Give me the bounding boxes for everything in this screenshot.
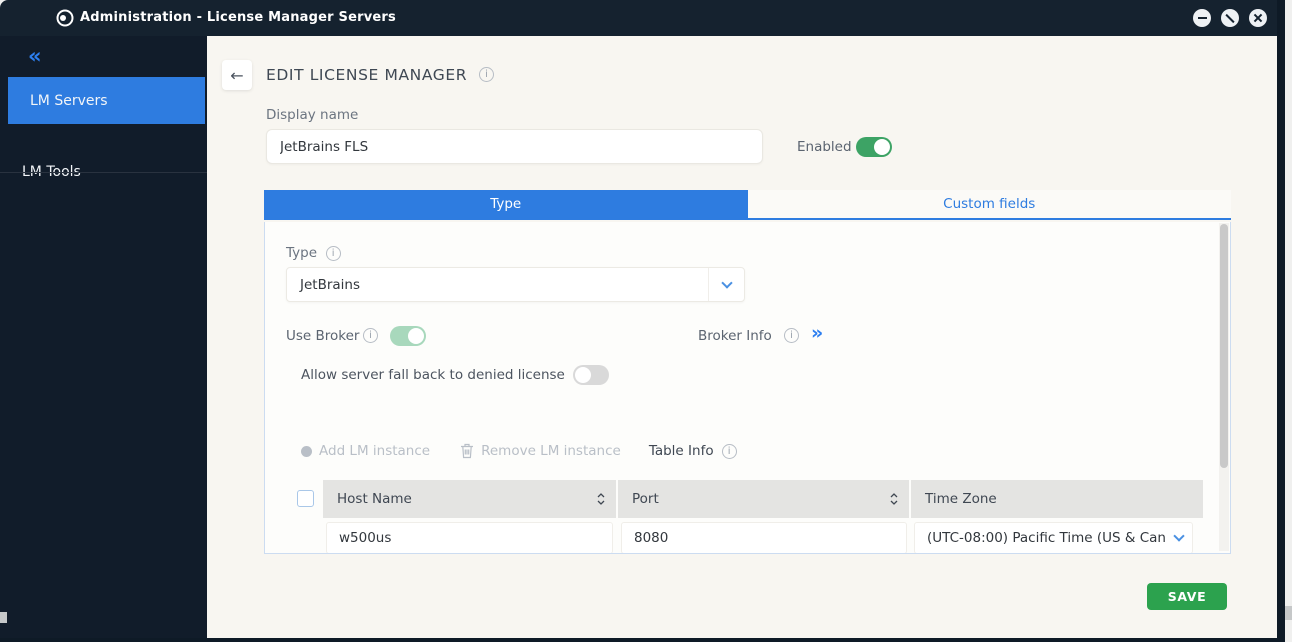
time-zone-value: (UTC-08:00) Pacific Time (US & Cana bbox=[915, 530, 1166, 546]
column-header-port[interactable]: Port bbox=[618, 480, 911, 518]
application-window: Administration - License Manager Servers… bbox=[0, 0, 1292, 642]
save-button[interactable]: SAVE bbox=[1147, 583, 1227, 610]
add-lm-instance-label: Add LM instance bbox=[319, 443, 430, 459]
sort-icon[interactable] bbox=[889, 492, 899, 506]
chevron-down-icon bbox=[708, 268, 744, 301]
select-all-checkbox[interactable] bbox=[297, 490, 314, 507]
window-right-border bbox=[1277, 0, 1285, 642]
back-button[interactable]: ← bbox=[222, 60, 252, 90]
tab-label: Custom fields bbox=[943, 196, 1035, 212]
add-lm-instance-button[interactable]: Add LM instance bbox=[301, 443, 430, 459]
tab-bar: Type Custom fields bbox=[264, 190, 1231, 220]
app-logo-icon bbox=[56, 9, 74, 27]
type-tab-panel: Type i JetBrains Use Broker i Broker Inf… bbox=[264, 222, 1231, 554]
fallback-label: Allow server fall back to denied license bbox=[301, 367, 565, 383]
sort-icon[interactable] bbox=[596, 492, 606, 506]
table-info-icon[interactable]: i bbox=[722, 444, 737, 459]
column-header-host-name[interactable]: Host Name bbox=[323, 480, 618, 518]
type-dropdown-value: JetBrains bbox=[287, 277, 708, 293]
scrollbar-thumb[interactable] bbox=[1220, 224, 1228, 468]
host-name-input[interactable] bbox=[326, 522, 613, 554]
restore-button[interactable] bbox=[1221, 9, 1239, 27]
display-name-input[interactable] bbox=[266, 129, 763, 164]
sidebar-divider bbox=[0, 172, 207, 173]
use-broker-info-icon[interactable]: i bbox=[363, 328, 378, 343]
type-info-icon[interactable]: i bbox=[326, 246, 341, 261]
close-button[interactable] bbox=[1249, 9, 1267, 27]
table-info: Table Info i bbox=[649, 443, 737, 459]
trash-icon bbox=[460, 443, 474, 459]
tab-type[interactable]: Type bbox=[264, 190, 748, 218]
add-icon bbox=[301, 446, 312, 457]
remove-lm-instance-button[interactable]: Remove LM instance bbox=[460, 443, 621, 459]
page-title: EDIT LICENSE MANAGER bbox=[266, 66, 467, 84]
window-bottom-border bbox=[0, 638, 1285, 642]
panel-scrollbar[interactable] bbox=[1219, 223, 1229, 551]
fallback-toggle[interactable] bbox=[573, 365, 609, 385]
minimize-button[interactable] bbox=[1193, 9, 1211, 27]
sidebar: « LM Servers LM Tools bbox=[0, 36, 207, 638]
type-label: Type i bbox=[286, 245, 341, 261]
sidebar-item-lm-servers[interactable]: LM Servers bbox=[8, 77, 205, 124]
broker-info-expand-icon[interactable]: » bbox=[811, 322, 823, 344]
type-dropdown[interactable]: JetBrains bbox=[286, 267, 745, 302]
table-header: Host Name Port Time Zone bbox=[323, 480, 1203, 518]
enabled-toggle[interactable] bbox=[856, 137, 892, 157]
table-info-label: Table Info bbox=[649, 443, 714, 459]
use-broker-toggle[interactable] bbox=[390, 326, 426, 346]
back-arrow-icon: ← bbox=[230, 66, 243, 85]
use-broker-label: Use Broker bbox=[286, 328, 359, 344]
broker-info-label: Broker Info bbox=[698, 328, 772, 344]
sidebar-item-label: LM Servers bbox=[30, 93, 108, 109]
window-title: Administration - License Manager Servers bbox=[80, 10, 396, 25]
title-info-icon[interactable]: i bbox=[479, 67, 494, 82]
table-toolbar: Add LM instance Remove LM instance Table… bbox=[301, 441, 737, 461]
page-scrollbar-thumb[interactable] bbox=[1285, 606, 1292, 620]
tab-custom-fields[interactable]: Custom fields bbox=[748, 190, 1232, 218]
port-input[interactable] bbox=[621, 522, 907, 554]
time-zone-dropdown[interactable]: (UTC-08:00) Pacific Time (US & Cana bbox=[914, 522, 1193, 554]
display-name-label: Display name bbox=[266, 107, 358, 123]
page-scrollbar-track[interactable] bbox=[1285, 0, 1292, 642]
remove-lm-instance-label: Remove LM instance bbox=[481, 443, 621, 459]
chevron-down-icon bbox=[1166, 536, 1192, 540]
enabled-label: Enabled bbox=[797, 139, 852, 155]
left-scrollbar-fragment bbox=[0, 612, 7, 623]
sidebar-collapse-icon[interactable]: « bbox=[28, 44, 42, 68]
broker-info-info-icon[interactable]: i bbox=[784, 328, 799, 343]
main-content: ← EDIT LICENSE MANAGER i Display name En… bbox=[207, 36, 1277, 638]
tab-label: Type bbox=[490, 196, 521, 212]
column-header-time-zone[interactable]: Time Zone bbox=[911, 480, 1201, 518]
title-bar: Administration - License Manager Servers bbox=[0, 0, 1285, 36]
